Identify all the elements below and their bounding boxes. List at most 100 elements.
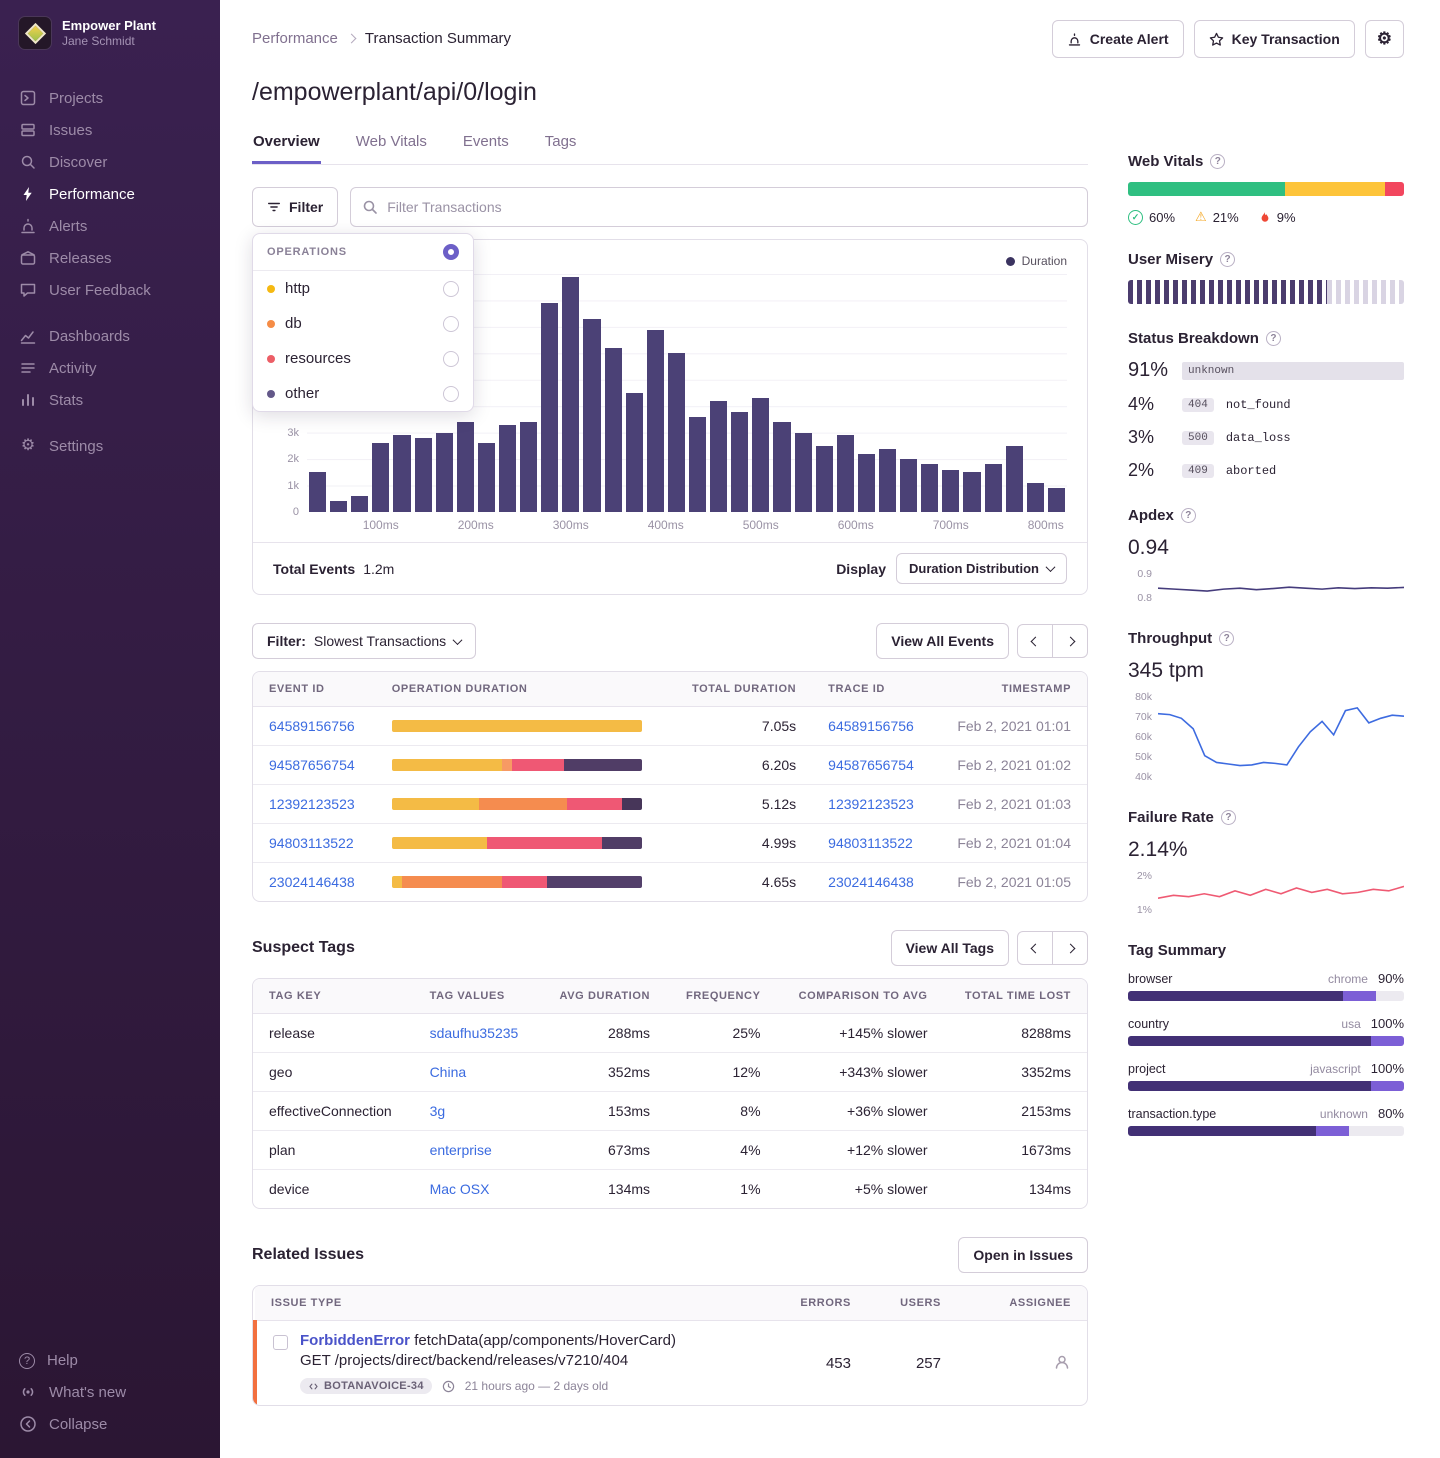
trace-id-link[interactable]: 64589156756 — [828, 718, 914, 734]
sidebar-item-projects[interactable]: Projects — [0, 82, 220, 114]
tag-value-link[interactable]: China — [430, 1064, 467, 1080]
create-alert-button[interactable]: Create Alert — [1052, 20, 1184, 58]
operations-all-radio[interactable] — [443, 244, 459, 260]
trace-id-link[interactable]: 12392123523 — [828, 796, 914, 812]
event-id-link[interactable]: 94803113522 — [269, 835, 354, 851]
issue-subtitle: GET /projects/direct/backend/releases/v7… — [300, 1352, 676, 1369]
sidebar-item-stats[interactable]: Stats — [0, 384, 220, 416]
suspect-tags-title: Suspect Tags — [252, 939, 355, 957]
warning-icon: ⚠ — [1195, 209, 1207, 225]
sidebar-item-settings[interactable]: ⚙ Settings — [0, 430, 220, 462]
col-timestamp: TIMESTAMP — [935, 672, 1087, 707]
operation-duration-bar — [392, 837, 642, 849]
trace-id-link[interactable]: 94803113522 — [828, 835, 913, 851]
short-id-label: BOTANAVOICE-34 — [324, 1380, 424, 1392]
events-filter-value: Slowest Transactions — [314, 633, 446, 649]
other-radio[interactable] — [443, 386, 459, 402]
breadcrumb-parent[interactable]: Performance — [252, 30, 338, 47]
key-transaction-button[interactable]: Key Transaction — [1194, 20, 1355, 58]
event-id-link[interactable]: 94587656754 — [269, 757, 355, 773]
sidebar-item-issues[interactable]: Issues — [0, 114, 220, 146]
tag-value-link[interactable]: enterprise — [430, 1142, 492, 1158]
issue-checkbox[interactable] — [273, 1335, 288, 1350]
tag-summary-pct: 100% — [1371, 1016, 1404, 1031]
help-icon[interactable]: ? — [1266, 331, 1281, 346]
event-id-link[interactable]: 23024146438 — [269, 874, 355, 890]
open-in-issues-button[interactable]: Open in Issues — [958, 1237, 1088, 1273]
sidebar-item-label: User Feedback — [49, 282, 151, 299]
filter-button[interactable]: Filter — [252, 187, 338, 227]
sidebar-item-performance[interactable]: Performance — [0, 178, 220, 210]
events-filter-select[interactable]: Filter: Slowest Transactions — [252, 623, 476, 659]
activity-icon — [19, 359, 37, 377]
sidebar-item-label: Alerts — [49, 218, 87, 235]
tag-value-link[interactable]: 3g — [430, 1103, 446, 1119]
sidebar-item-releases[interactable]: Releases — [0, 242, 220, 274]
sidebar-item-help[interactable]: ? Help — [0, 1345, 220, 1376]
resources-radio[interactable] — [443, 351, 459, 367]
filter-toolbar: Filter OPERATIONS http — [252, 187, 1088, 227]
tab-overview[interactable]: Overview — [252, 123, 321, 164]
trace-id-link[interactable]: 94587656754 — [828, 757, 914, 773]
org-switcher[interactable]: Empower Plant Jane Schmidt — [0, 16, 220, 68]
broadcast-icon — [19, 1383, 37, 1401]
sidebar-item-collapse[interactable]: Collapse — [0, 1408, 220, 1440]
next-page-button[interactable] — [1052, 624, 1088, 658]
help-icon[interactable]: ? — [1210, 154, 1225, 169]
tag-value-link[interactable]: Mac OSX — [430, 1181, 490, 1197]
view-all-events-button[interactable]: View All Events — [876, 623, 1009, 659]
discover-icon — [19, 153, 37, 171]
sidebar-item-label: Projects — [49, 90, 103, 107]
tab-tags[interactable]: Tags — [544, 123, 578, 164]
prev-page-button[interactable] — [1017, 931, 1053, 965]
y-tick: 50k — [1128, 751, 1152, 763]
failure-rate-title: Failure Rate — [1128, 809, 1214, 826]
sidebar-item-discover[interactable]: Discover — [0, 146, 220, 178]
tab-web-vitals[interactable]: Web Vitals — [355, 123, 428, 164]
org-gem-icon — [24, 22, 45, 43]
operation-option-db[interactable]: db — [253, 306, 473, 341]
total-duration-value: 6.20s — [670, 746, 812, 785]
operation-option-http[interactable]: http — [253, 271, 473, 306]
issue-short-id[interactable]: BOTANAVOICE-34 — [300, 1378, 432, 1394]
http-radio[interactable] — [443, 281, 459, 297]
prev-page-button[interactable] — [1017, 624, 1053, 658]
help-icon[interactable]: ? — [1181, 508, 1196, 523]
nav-group-settings: ⚙ Settings — [0, 430, 220, 462]
sidebar-item-whats-new[interactable]: What's new — [0, 1376, 220, 1408]
event-id-link[interactable]: 12392123523 — [269, 796, 355, 812]
help-icon[interactable]: ? — [1221, 810, 1236, 825]
user-misery-bar — [1128, 280, 1404, 304]
user-misery-section: User Misery? — [1128, 251, 1404, 304]
col-comparison: COMPARISON TO AVG — [777, 979, 944, 1014]
operation-option-resources[interactable]: resources — [253, 341, 473, 376]
sidebar-item-dashboards[interactable]: Dashboards — [0, 320, 220, 352]
web-vitals-warn: 21% — [1213, 210, 1239, 225]
assignee-icon[interactable] — [1053, 1353, 1071, 1371]
trace-id-link[interactable]: 23024146438 — [828, 874, 914, 890]
sidebar-item-user-feedback[interactable]: User Feedback — [0, 274, 220, 306]
tab-events[interactable]: Events — [462, 123, 510, 164]
apdex-section: Apdex? 0.94 0.9 0.8 — [1128, 507, 1404, 604]
table-row: device Mac OSX 134ms 1% +5% slower 134ms — [253, 1170, 1087, 1209]
view-all-tags-button[interactable]: View All Tags — [891, 930, 1009, 966]
status-code-chip: 500 — [1182, 431, 1214, 445]
tag-summary-key: country — [1128, 1017, 1169, 1031]
tag-value-link[interactable]: sdaufhu35235 — [430, 1025, 519, 1041]
next-page-button[interactable] — [1052, 931, 1088, 965]
help-icon[interactable]: ? — [1219, 631, 1234, 646]
db-radio[interactable] — [443, 316, 459, 332]
sidebar-item-alerts[interactable]: Alerts — [0, 210, 220, 242]
search-input[interactable] — [350, 187, 1088, 227]
tag-summary-key: project — [1128, 1062, 1166, 1076]
help-icon[interactable]: ? — [1220, 252, 1235, 267]
settings-button[interactable]: ⚙ — [1365, 20, 1404, 58]
status-row: 4% 404 not_found — [1128, 394, 1404, 415]
timestamp-value: Feb 2, 2021 01:01 — [935, 707, 1087, 746]
issue-type-link[interactable]: ForbiddenError — [300, 1332, 410, 1349]
http-dot-icon — [267, 285, 275, 293]
event-id-link[interactable]: 64589156756 — [269, 718, 355, 734]
display-select[interactable]: Duration Distribution — [896, 553, 1067, 584]
sidebar-item-activity[interactable]: Activity — [0, 352, 220, 384]
operation-option-other[interactable]: other — [253, 376, 473, 411]
